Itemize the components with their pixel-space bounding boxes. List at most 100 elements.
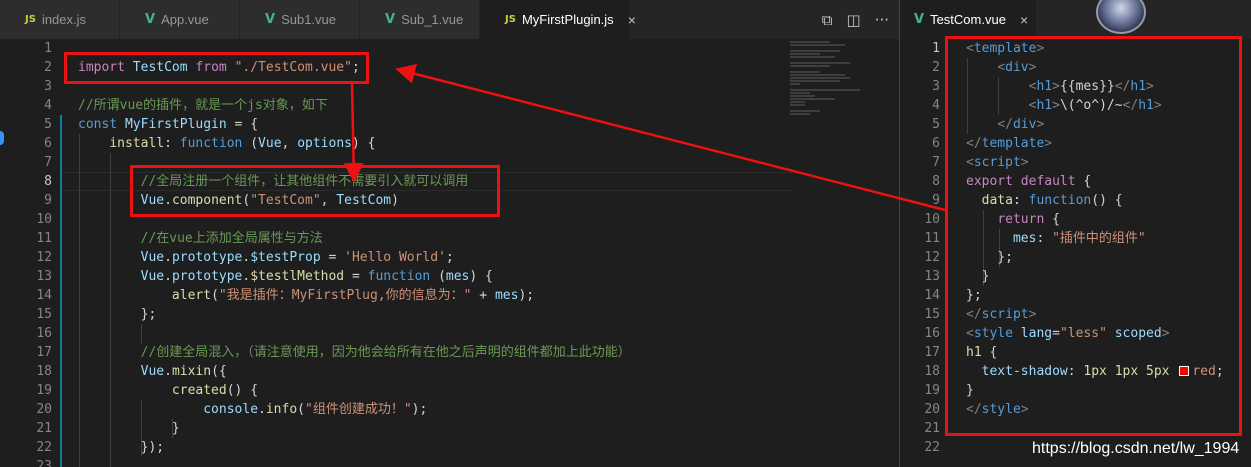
tab-label: App.vue: [161, 12, 209, 27]
vue-file-icon: V: [385, 12, 396, 27]
code-token: 'Hello World': [344, 250, 446, 265]
code-token: :: [164, 136, 180, 151]
code-text: Vue.prototype.$testlMethod = function (m…: [78, 267, 493, 286]
code-token: //在vue上添加全局属性与方法: [140, 231, 323, 246]
code-token: ({: [211, 364, 227, 379]
tab-index-js[interactable]: JS index.js: [0, 0, 120, 39]
code-token: Vue: [140, 250, 165, 265]
line-number: 12: [36, 250, 52, 265]
more-actions-icon[interactable]: ···: [875, 11, 889, 29]
minimap-row: [790, 41, 830, 43]
line-number: 10: [924, 212, 940, 227]
code-token: .: [164, 269, 172, 284]
line-number: 11: [36, 231, 52, 246]
js-file-icon: JS: [505, 14, 516, 25]
minimap-row: [790, 56, 835, 58]
tab-label: Sub_1.vue: [401, 12, 464, 27]
code-token: );: [518, 288, 535, 303]
vertical-scrollbar[interactable]: [885, 39, 899, 467]
split-editor-icon[interactable]: ◫: [847, 11, 861, 29]
left-tab-bar: JS index.js V App.vue V Sub1.vue V Sub_1.vue JS M…: [0, 0, 899, 39]
code-token: "我是插件：MyFirstPlug,你的信息为：": [218, 288, 472, 303]
tab-label: index.js: [41, 12, 87, 27]
code-text: install: function (Vue, options) {: [78, 134, 375, 153]
minimap-row: [790, 83, 800, 85]
code-line[interactable]: 6 install: function (Vue, options) {: [0, 134, 899, 153]
minimap-row: [790, 80, 840, 82]
tab-myfirstplugin-js[interactable]: JS MyFirstPlugin.js ×: [480, 0, 636, 39]
watermark: https://blog.csdn.net/lw_1994: [1032, 440, 1240, 457]
code-line[interactable]: 18 Vue.mixin({: [0, 362, 899, 381]
code-line[interactable]: 17 //创建全局混入，（请注意使用，因为他会给所有在他之后声明的组件都加上此功…: [0, 343, 899, 362]
line-number: 7: [932, 155, 940, 170]
line-number: 6: [44, 136, 52, 151]
minimap[interactable]: [790, 41, 880, 131]
tab-testcom-vue[interactable]: V TestCom.vue ×: [900, 0, 1037, 39]
code-token: (: [438, 269, 446, 284]
code-token: info: [265, 402, 298, 417]
line-number: 19: [36, 383, 52, 398]
line-number: 9: [932, 193, 940, 208]
code-token: =: [344, 269, 368, 284]
line-number: 1: [932, 41, 940, 56]
code-line[interactable]: 14 alert("我是插件：MyFirstPlug,你的信息为：" + mes…: [0, 286, 899, 305]
code-line[interactable]: 12 Vue.prototype.$testProp = 'Hello Worl…: [0, 248, 899, 267]
editor-myfirstplugin[interactable]: 1 2 import TestCom from "./TestCom.vue"; 3 4…: [0, 39, 899, 467]
close-tab-icon[interactable]: ×: [1020, 12, 1036, 28]
code-token: });: [78, 440, 165, 455]
code-token: = {: [234, 117, 259, 132]
code-token: ;: [445, 250, 454, 265]
tab-app-vue[interactable]: V App.vue: [120, 0, 240, 39]
code-line[interactable]: 13 Vue.prototype.$testlMethod = function…: [0, 267, 899, 286]
code-line[interactable]: 22 });: [0, 438, 899, 457]
code-line[interactable]: 15 };: [0, 305, 899, 324]
tab-label: Sub1.vue: [281, 12, 336, 27]
line-number: 17: [924, 345, 940, 360]
code-line[interactable]: 21 }: [0, 419, 899, 438]
tab-label: MyFirstPlugin.js: [521, 12, 614, 27]
line-number: 6: [932, 136, 940, 151]
code-token: //创建全局混入，（请注意使用，因为他会给所有在他之后声明的组件都加上此功能）: [140, 345, 631, 360]
line-number: 16: [924, 326, 940, 341]
code-line[interactable]: 11 //在vue上添加全局属性与方法: [0, 229, 899, 248]
line-number: 4: [932, 98, 940, 113]
line-number: 15: [924, 307, 940, 322]
code-token: console: [203, 402, 259, 417]
code-text: const MyFirstPlugin = {: [78, 115, 258, 134]
line-number: 2: [44, 60, 52, 75]
js-file-icon: JS: [25, 14, 36, 25]
code-line[interactable]: 16: [0, 324, 899, 343]
code-line[interactable]: 19 created() {: [0, 381, 899, 400]
code-token: install: [109, 136, 165, 151]
code-line[interactable]: 5 const MyFirstPlugin = {: [0, 115, 899, 134]
compare-changes-icon[interactable]: ⧉: [822, 11, 833, 29]
line-number: 12: [924, 250, 940, 265]
right-tab-bar: V TestCom.vue ×: [900, 0, 1251, 39]
code-token: (: [250, 136, 259, 151]
line-number: 10: [36, 212, 52, 227]
code-line[interactable]: 23: [0, 457, 899, 467]
line-number: 16: [36, 326, 52, 341]
code-token: );: [411, 402, 428, 417]
code-token: =: [320, 250, 345, 265]
code-line[interactable]: 4 //所谓vue的插件，就是一个js对象，如下: [0, 96, 899, 115]
tab-sub-1-vue[interactable]: V Sub_1.vue: [360, 0, 480, 39]
code-token: "组件创建成功！": [305, 402, 412, 417]
code-line[interactable]: 20 console.info("组件创建成功！");: [0, 400, 899, 419]
close-tab-icon[interactable]: ×: [628, 12, 636, 28]
annotation-box-import: [64, 52, 369, 84]
minimap-row: [790, 74, 845, 76]
annotation-box-component: [130, 165, 500, 217]
code-token: $testProp: [250, 250, 321, 265]
tab-sub1-vue[interactable]: V Sub1.vue: [240, 0, 360, 39]
code-token: mes: [445, 269, 470, 284]
code-text: console.info("组件创建成功！");: [78, 400, 427, 419]
code-text: alert("我是插件：MyFirstPlug,你的信息为：" + mes);: [78, 286, 534, 305]
code-text: Vue.mixin({: [78, 362, 227, 381]
tab-label: TestCom.vue: [930, 12, 1006, 27]
